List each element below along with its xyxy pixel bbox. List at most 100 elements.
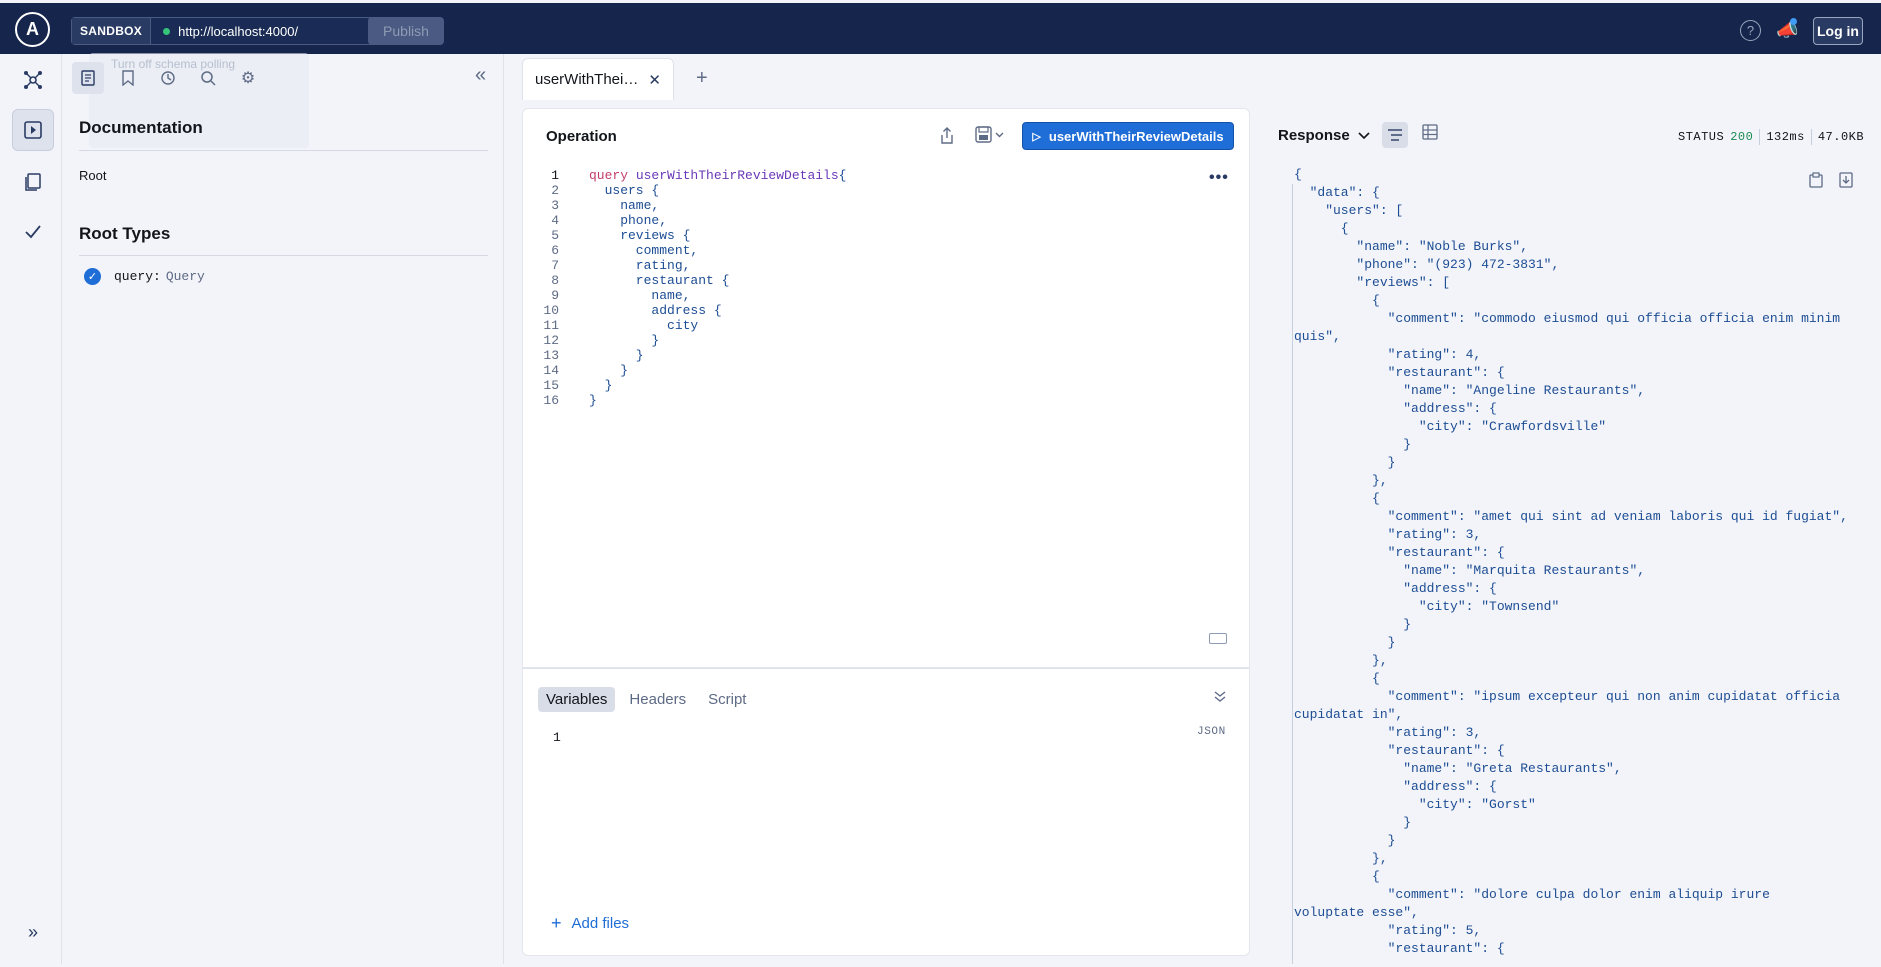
collapse-panel-icon[interactable]: « <box>475 64 486 87</box>
response-line: "city": "Townsend" <box>1294 599 1560 614</box>
run-operation-button[interactable]: ▷ userWithTheirReviewDetails <box>1022 122 1234 150</box>
json-view-icon[interactable] <box>1382 122 1408 148</box>
checks-icon[interactable] <box>12 211 54 253</box>
save-dropdown-icon[interactable] <box>975 126 1005 149</box>
add-files-button[interactable]: + Add files <box>551 913 629 934</box>
breadcrumb-root[interactable]: Root <box>79 168 106 183</box>
response-line: "reviews": [ <box>1294 275 1451 290</box>
table-view-icon[interactable] <box>1422 124 1438 144</box>
response-line: }, <box>1294 851 1388 866</box>
response-line: "rating": 4, <box>1294 347 1482 362</box>
indent-guide <box>1292 184 1293 964</box>
tab-operation[interactable]: userWithThei… ✕ <box>522 58 674 100</box>
sandbox-badge: SANDBOX <box>72 18 152 44</box>
response-dropdown[interactable]: Response <box>1278 127 1370 144</box>
response-line: "name": "Greta Restaurants", <box>1294 761 1622 776</box>
operation-editor-panel: Operation ▷ userWithTheirReviewDetails •… <box>522 108 1250 668</box>
tab-label: userWithThei… <box>535 71 639 88</box>
share-icon[interactable] <box>939 127 955 150</box>
notification-dot <box>1790 18 1797 25</box>
response-line: "comment": "dolore culpa dolor enim aliq… <box>1294 887 1770 902</box>
explorer-play-icon[interactable] <box>12 109 54 151</box>
line-number: 16 <box>543 393 559 408</box>
response-line: "address": { <box>1294 401 1497 416</box>
documentation-panel: Turn off schema polling ⚙ « Documentatio… <box>62 53 504 964</box>
response-line: "city": "Gorst" <box>1294 797 1536 812</box>
history-icon[interactable] <box>152 62 184 94</box>
response-line: quis", <box>1294 329 1341 344</box>
query-type-link[interactable]: Query <box>166 269 205 284</box>
help-icon[interactable]: ? <box>1740 20 1761 41</box>
json-format-label: JSON <box>1197 726 1226 738</box>
plus-icon: + <box>551 913 562 933</box>
response-line: "restaurant": { <box>1294 941 1505 956</box>
response-line: { <box>1294 293 1380 308</box>
response-size: 47.0KB <box>1817 130 1865 144</box>
response-line: { <box>1294 167 1302 182</box>
connection-status-icon <box>163 27 171 35</box>
response-line: "restaurant": { <box>1294 365 1505 380</box>
add-tab-icon[interactable]: + <box>696 67 708 90</box>
schema-graph-icon[interactable] <box>12 59 54 101</box>
variables-panel: Variables Headers Script JSON 1 + Add fi… <box>522 668 1250 956</box>
variables-editor[interactable]: 1 <box>553 730 561 745</box>
tab-variables[interactable]: Variables <box>538 687 616 712</box>
response-line: }, <box>1294 473 1388 488</box>
publish-button[interactable]: Publish <box>368 17 444 45</box>
response-line: cupidatat in", <box>1294 707 1404 722</box>
divider <box>79 150 488 151</box>
expand-rail-icon[interactable]: » <box>12 911 54 953</box>
top-bar: A SANDBOX http://localhost:4000/ ⚙ Publi… <box>0 0 1881 54</box>
code-line: } <box>589 393 597 408</box>
response-line: } <box>1294 635 1396 650</box>
search-icon[interactable] <box>192 62 224 94</box>
status-label: STATUS <box>1678 130 1725 144</box>
response-line: "users": [ <box>1294 203 1404 218</box>
more-options-icon[interactable]: ••• <box>1209 169 1229 187</box>
query-field-name: query: <box>114 269 161 284</box>
divider <box>1810 129 1812 145</box>
response-line: "comment": "ipsum excepteur qui non anim… <box>1294 689 1841 704</box>
response-line: "phone": "(923) 472-3831", <box>1294 257 1560 272</box>
response-line: "name": "Marquita Restaurants", <box>1294 563 1646 578</box>
response-line: "address": { <box>1294 779 1497 794</box>
play-icon: ▷ <box>1032 130 1041 143</box>
response-line: } <box>1294 617 1412 632</box>
settings-gear-icon[interactable]: ⚙ <box>232 62 264 94</box>
response-line: { <box>1294 869 1380 884</box>
response-line: }, <box>1294 653 1388 668</box>
operation-title: Operation <box>546 128 617 145</box>
root-type-query-row[interactable]: ✓ query: Query <box>84 268 205 285</box>
collapse-chevron-icon[interactable] <box>1213 689 1227 706</box>
close-tab-icon[interactable]: ✕ <box>648 71 661 89</box>
documentation-icon[interactable] <box>72 62 104 94</box>
left-nav-rail: » <box>3 54 62 964</box>
divider <box>1759 129 1761 145</box>
response-line: { <box>1294 671 1380 686</box>
response-line: } <box>1294 455 1396 470</box>
login-button[interactable]: Log in <box>1813 17 1863 45</box>
response-line: { <box>1294 221 1349 236</box>
response-title: Response <box>1278 127 1350 144</box>
response-line: "name": "Angeline Restaurants", <box>1294 383 1646 398</box>
chevron-down-icon <box>1358 131 1370 139</box>
operation-tabs: userWithThei… ✕ + <box>522 58 708 100</box>
response-line: "comment": "commodo eiusmod qui officia … <box>1294 311 1841 326</box>
run-button-label: userWithTheirReviewDetails <box>1048 128 1224 144</box>
keyboard-shortcuts-icon[interactable] <box>1209 633 1227 644</box>
documentation-title: Documentation <box>79 118 203 137</box>
response-line: } <box>1294 833 1396 848</box>
response-json-viewer[interactable]: { "data": { "users": [ { "name": "Noble … <box>1294 166 1874 966</box>
collections-icon[interactable] <box>12 161 54 203</box>
response-line: "address": { <box>1294 581 1497 596</box>
docs-toolbar: ⚙ <box>72 62 264 94</box>
response-line: "rating": 3, <box>1294 527 1482 542</box>
apollo-logo-icon[interactable]: A <box>15 12 50 47</box>
add-files-label: Add files <box>571 915 630 932</box>
tab-headers[interactable]: Headers <box>621 687 694 712</box>
tab-script[interactable]: Script <box>700 687 754 712</box>
checkmark-icon[interactable]: ✓ <box>84 268 101 285</box>
bookmark-icon[interactable] <box>112 62 144 94</box>
response-line: "restaurant": { <box>1294 545 1505 560</box>
response-status-bar: STATUS 200 132ms 47.0KB <box>1678 129 1864 145</box>
